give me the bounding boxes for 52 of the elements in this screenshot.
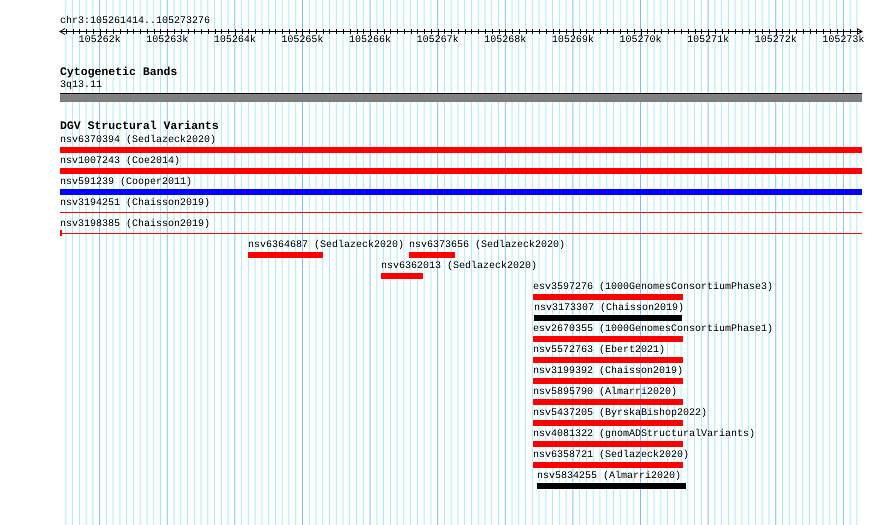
ruler-tick-label: 105266k	[349, 35, 392, 46]
variant-bar[interactable]	[533, 399, 683, 405]
variant-bar[interactable]	[60, 168, 862, 174]
ruler-tick-label: 105263k	[146, 35, 188, 46]
variant-label: nsv591239 (Cooper2011)	[60, 177, 192, 188]
variant-label: nsv3194251 (Chaisson2019)	[60, 198, 210, 209]
variant-line[interactable]	[60, 230, 862, 236]
band-label: 3q13.11	[60, 80, 102, 91]
ruler-tick-label: 105264k	[214, 35, 256, 46]
variant-label: nsv3198385 (Chaisson2019)	[60, 219, 210, 230]
ruler-tick-label: 105262k	[78, 35, 121, 46]
variant-label: nsv6373656 (Sedlazeck2020)	[409, 240, 566, 251]
ruler-tick-label: 105271k	[687, 35, 730, 46]
ruler-tick-label: 105269k	[552, 35, 594, 46]
variant-bar[interactable]	[533, 294, 683, 300]
variant-label: nsv1007243 (Coe2014)	[60, 156, 180, 167]
variant-bar[interactable]	[381, 273, 423, 279]
track-title: Cytogenetic Bands	[60, 67, 178, 78]
ruler-tick-label: 105272k	[754, 35, 797, 46]
variant-label: nsv5437205 (ByrskaBishop2022)	[533, 408, 708, 419]
variant-bar[interactable]	[533, 336, 683, 342]
variant-label: nsv3199392 (Chaisson2019)	[533, 366, 684, 377]
variant-bar[interactable]	[533, 462, 683, 468]
cytoband-bar[interactable]	[60, 93, 862, 102]
ruler-title: chr3:105261414..105273276	[60, 16, 210, 27]
variant-bar[interactable]	[60, 147, 862, 153]
variant-label: nsv3173307 (Chaisson2019)	[534, 303, 684, 314]
ruler-tick-label: 105268k	[484, 35, 526, 46]
variant-bar[interactable]	[533, 441, 683, 447]
variant-label: nsv5895790 (Almarri2020)	[533, 387, 678, 398]
ruler-tick-label: 105273k	[822, 35, 864, 46]
variant-label: nsv5572763 (Ebert2021)	[533, 345, 666, 356]
variant-bar[interactable]	[537, 483, 686, 489]
track-title: DGV Structural Variants	[60, 121, 219, 132]
ruler-tick-label: 105265k	[281, 35, 324, 46]
variant-bar[interactable]	[534, 315, 682, 321]
variant-label: nsv4081322 (gnomADStructuralVariants)	[533, 429, 756, 440]
variant-label: nsv5834255 (Almarri2020)	[537, 471, 682, 482]
variant-bar[interactable]	[60, 189, 862, 195]
variant-bar[interactable]	[248, 252, 323, 258]
ruler-tick-label: 105267k	[416, 35, 459, 46]
variant-label: nsv6364687 (Sedlazeck2020)	[248, 240, 404, 251]
variant-label: nsv6358721 (Sedlazeck2020)	[533, 450, 690, 461]
variant-label: nsv6370394 (Sedlazeck2020)	[60, 135, 216, 146]
variant-label: esv2670355 (1000GenomesConsortiumPhase1)	[533, 324, 774, 335]
variant-bar[interactable]	[533, 420, 683, 426]
variant-label: esv3597276 (1000GenomesConsortiumPhase3)	[533, 282, 774, 293]
variant-bar[interactable]	[533, 378, 683, 384]
variant-bar[interactable]	[409, 252, 455, 258]
variant-label: nsv6362013 (Sedlazeck2020)	[381, 261, 538, 272]
variant-bar[interactable]	[533, 357, 683, 363]
ruler-tick-label: 105270k	[620, 35, 662, 46]
